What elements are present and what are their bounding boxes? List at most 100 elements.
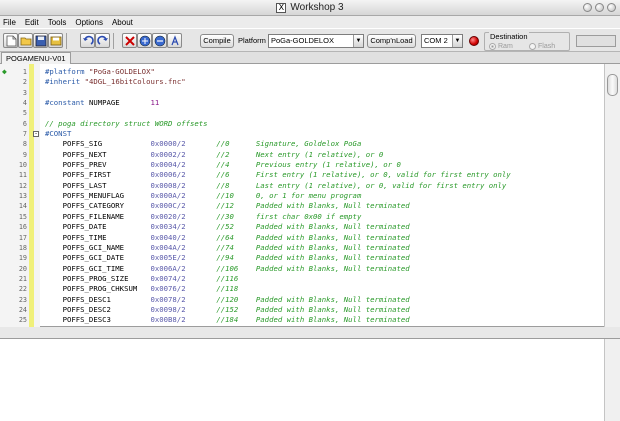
title-bar: X Workshop 3 [0,0,620,16]
code-line[interactable]: 23 POFFS_DESC1 0x0078/2 //120 Padded wit… [0,295,604,305]
window-title: Workshop 3 [290,2,344,13]
code-line[interactable]: 3 [0,88,604,98]
flash-radio[interactable]: Flash [529,43,555,50]
code-line[interactable]: 22 POFFS_PROG_CHKSUM 0x0076/2 //118 [0,284,604,294]
code-text: #constant NUMPAGE 11 [45,98,160,108]
line-number: 10 [18,161,27,170]
menu-edit[interactable]: Edit [25,18,39,27]
code-line[interactable]: 11 POFFS_FIRST 0x0006/2 //6 First entry … [0,170,604,180]
code-text: POFFS_GCI_DATE 0x005E/2 //94 Padded with… [45,253,410,263]
code-line[interactable]: 5 [0,108,604,118]
line-number: 19 [18,254,27,263]
code-text: POFFS_FILENAME 0x0020/2 //30 first char … [45,211,362,221]
code-text: POFFS_CATEGORY 0x000C/2 //12 Padded with… [45,201,410,211]
code-lines: 1 ◆ #platform "PoGa-GOLDELOX" 2 #inherit "4D… [0,67,604,326]
code-text: POFFS_LAST 0x0008/2 //8 Last entry (1 re… [45,180,507,190]
find-button[interactable] [167,33,182,48]
line-number: 25 [18,316,27,325]
code-line[interactable]: 1 ◆ #platform "PoGa-GOLDELOX" [0,67,604,77]
line-number: 24 [18,305,27,314]
ram-label: Ram [498,43,513,50]
progress-bar [576,35,616,47]
line-number: 7 [22,130,27,139]
output-pane[interactable] [0,338,620,421]
menu-tools[interactable]: Tools [48,18,67,27]
menu-options[interactable]: Options [75,18,103,27]
close-button[interactable] [607,3,616,12]
ram-radio[interactable]: Ram [489,43,513,50]
line-number: 11 [18,171,27,180]
new-file-icon [6,35,17,47]
toolbar-separator [113,33,114,49]
code-line[interactable]: 21 POFFS_PROG_SIZE 0x0074/2 //116 [0,274,604,284]
code-text: POFFS_DESC2 0x0098/2 //152 Padded with B… [45,304,410,314]
code-line[interactable]: 7- #CONST [0,129,604,139]
connection-status-led [469,36,479,46]
tab-bar: POGAMENU-V01 [0,52,620,64]
code-text: POFFS_DATE 0x0034/2 //52 Padded with Bla… [45,222,410,232]
code-text: POFFS_SIG 0x0000/2 //0 Signature, Goldel… [45,139,362,149]
code-line[interactable]: 2 #inherit "4DGL_16bitColours.fnc" [0,77,604,87]
save-button[interactable] [33,33,48,48]
platform-value: PoGa-GOLDELOX [271,36,334,45]
destination-group: Destination Ram Flash [484,32,570,51]
code-text: #inherit "4DGL_16bitColours.fnc" [45,77,186,87]
chevron-down-icon: ▼ [452,35,462,47]
scrollbar-thumb[interactable] [607,74,618,96]
cut-x-icon [125,36,135,46]
code-line[interactable]: 16 POFFS_DATE 0x0034/2 //52 Padded with … [0,222,604,232]
line-number: 16 [18,223,27,232]
undo-button[interactable] [80,33,95,48]
line-number: 6 [22,119,27,128]
code-line[interactable]: 6 // poga directory struct WORD offsets [0,119,604,129]
code-line[interactable]: 25 POFFS_DESC3 0x00B8/2 //184 Padded wit… [0,315,604,325]
code-line[interactable]: 10 POFFS_PREV 0x0004/2 //4 Previous entr… [0,160,604,170]
line-number: 15 [18,212,27,221]
code-line[interactable]: 17 POFFS_TIME 0x0040/2 //64 Padded with … [0,233,604,243]
menu-file[interactable]: File [3,18,16,27]
code-line[interactable]: 18 POFFS_GCI_NAME 0x004A/2 //74 Padded w… [0,243,604,253]
line-number: 13 [18,192,27,201]
line-number: 20 [18,264,27,273]
com-port-select[interactable]: COM 2 ▼ [421,34,463,48]
redo-button[interactable] [95,33,110,48]
compile-and-load-button[interactable]: Comp'nLoad [367,34,416,48]
radio-selected-icon [489,43,496,50]
code-line[interactable]: 15 POFFS_FILENAME 0x0020/2 //30 first ch… [0,212,604,222]
code-line[interactable]: 13 POFFS_MENUFLAG 0x000A/2 //10 0, or 1 … [0,191,604,201]
save-all-button[interactable] [48,33,63,48]
tab-pogamenu[interactable]: POGAMENU-V01 [1,52,71,64]
minimize-button[interactable] [583,3,592,12]
window-buttons [583,3,616,12]
code-line[interactable]: 20 POFFS_GCI_TIME 0x006A/2 //106 Padded … [0,264,604,274]
line-number: 18 [18,243,27,252]
code-line[interactable]: 4 #constant NUMPAGE 11 [0,98,604,108]
platform-label: Platform [238,36,266,45]
editor-vertical-scrollbar[interactable] [604,64,620,327]
fold-toggle-icon[interactable]: - [33,131,39,138]
platform-select[interactable]: PoGa-GOLDELOX ▼ [268,34,364,48]
code-line[interactable]: 19 POFFS_GCI_DATE 0x005E/2 //94 Padded w… [0,253,604,263]
menu-about[interactable]: About [112,18,133,27]
code-line[interactable]: 14 POFFS_CATEGORY 0x000C/2 //12 Padded w… [0,201,604,211]
code-text: #CONST [45,129,72,139]
output-vertical-scrollbar[interactable] [604,339,620,421]
cut-button[interactable] [122,33,137,48]
code-text: POFFS_FIRST 0x0006/2 //6 First entry (1 … [45,170,511,180]
open-file-button[interactable] [18,33,33,48]
code-line[interactable]: 8 POFFS_SIG 0x0000/2 //0 Signature, Gold… [0,139,604,149]
compile-button[interactable]: Compile [200,34,234,48]
code-line[interactable]: 9 POFFS_NEXT 0x0002/2 //2 Next entry (1 … [0,150,604,160]
line-number: 14 [18,202,27,211]
code-editor[interactable]: 1 ◆ #platform "PoGa-GOLDELOX" 2 #inherit "4D… [0,64,620,327]
line-number: 12 [18,181,27,190]
new-file-button[interactable] [3,33,18,48]
flash-label: Flash [538,43,556,50]
maximize-button[interactable] [595,3,604,12]
code-line[interactable]: 24 POFFS_DESC2 0x0098/2 //152 Padded wit… [0,305,604,315]
open-folder-icon [20,37,32,46]
code-line[interactable]: 12 POFFS_LAST 0x0008/2 //8 Last entry (1… [0,181,604,191]
paste-button[interactable] [152,33,167,48]
code-text: POFFS_MENUFLAG 0x000A/2 //10 0, or 1 for… [45,191,362,201]
copy-button[interactable] [137,33,152,48]
